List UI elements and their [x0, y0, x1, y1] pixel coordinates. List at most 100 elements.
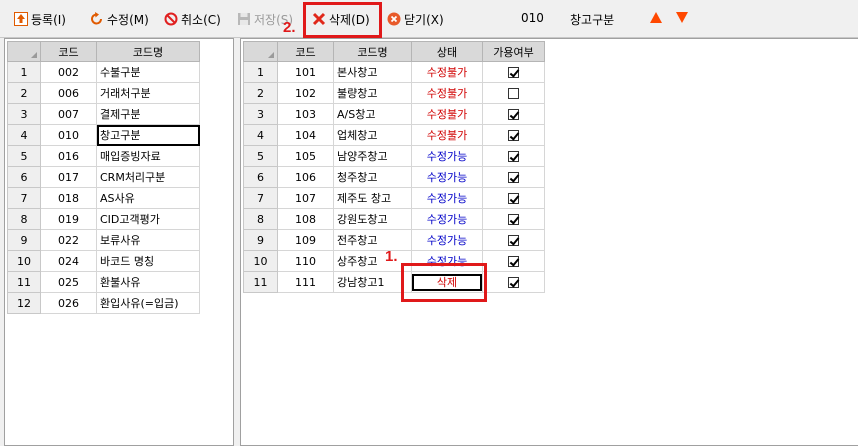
warehouse-row[interactable]: 11 111 강남창고1 삭제	[243, 271, 545, 293]
availability-cell[interactable]	[482, 145, 545, 167]
availability-cell[interactable]	[482, 271, 545, 293]
row-number[interactable]: 4	[7, 124, 41, 146]
code-cell[interactable]: 111	[277, 271, 334, 293]
row-number[interactable]: 7	[243, 187, 278, 209]
row-number[interactable]: 1	[243, 61, 278, 83]
header-code-name[interactable]: 코드명	[333, 41, 412, 62]
warehouse-row[interactable]: 4 104 업체창고 수정불가	[243, 124, 545, 146]
status-cell[interactable]: 수정가능	[411, 208, 483, 230]
close-button[interactable]: 닫기(X)	[387, 10, 444, 28]
code-name-cell[interactable]: 환불사유	[96, 271, 200, 293]
code-row[interactable]: 11 025 환불사유	[7, 271, 200, 293]
availability-checkbox[interactable]	[508, 214, 519, 225]
code-row[interactable]: 7 018 AS사유	[7, 187, 200, 209]
code-row[interactable]: 5 016 매입증빙자료	[7, 145, 200, 167]
row-number[interactable]: 11	[7, 271, 41, 293]
code-cell[interactable]: 017	[40, 166, 97, 188]
row-number[interactable]: 5	[7, 145, 41, 167]
availability-cell[interactable]	[482, 250, 545, 272]
status-cell[interactable]: 수정불가	[411, 124, 483, 146]
cancel-button[interactable]: 취소(C)	[164, 10, 221, 28]
code-name-cell[interactable]: 수불구분	[96, 61, 200, 83]
header-code[interactable]: 코드	[277, 41, 334, 62]
availability-checkbox[interactable]	[508, 193, 519, 204]
code-cell[interactable]: 025	[40, 271, 97, 293]
code-name-cell[interactable]: 결제구분	[96, 103, 200, 125]
code-name-cell[interactable]: 업체창고	[333, 124, 412, 146]
code-cell[interactable]: 007	[40, 103, 97, 125]
status-cell[interactable]: 수정불가	[411, 82, 483, 104]
warehouse-row[interactable]: 1 101 본사창고 수정불가	[243, 61, 545, 83]
code-cell[interactable]: 016	[40, 145, 97, 167]
code-cell[interactable]: 018	[40, 187, 97, 209]
code-name-cell[interactable]: 거래처구분	[96, 82, 200, 104]
code-name-cell[interactable]: A/S창고	[333, 103, 412, 125]
warehouse-row[interactable]: 3 103 A/S창고 수정불가	[243, 103, 545, 125]
code-cell[interactable]: 108	[277, 208, 334, 230]
code-row[interactable]: 1 002 수불구분	[7, 61, 200, 83]
row-number[interactable]: 6	[7, 166, 41, 188]
availability-cell[interactable]	[482, 103, 545, 125]
row-number[interactable]: 8	[7, 208, 41, 230]
code-name-cell[interactable]: AS사유	[96, 187, 200, 209]
warehouse-row[interactable]: 7 107 제주도 창고 수정가능	[243, 187, 545, 209]
code-name-cell[interactable]: 매입증빙자료	[96, 145, 200, 167]
availability-cell[interactable]	[482, 124, 545, 146]
availability-cell[interactable]	[482, 166, 545, 188]
status-cell[interactable]: 수정가능	[411, 166, 483, 188]
code-cell[interactable]: 104	[277, 124, 334, 146]
code-name-cell[interactable]: 보류사유	[96, 229, 200, 251]
availability-checkbox[interactable]	[508, 277, 519, 288]
code-cell[interactable]: 110	[277, 250, 334, 272]
code-cell[interactable]: 103	[277, 103, 334, 125]
register-button[interactable]: 등록(I)	[14, 10, 66, 28]
code-name-cell[interactable]: 창고구분	[96, 124, 200, 146]
code-cell[interactable]: 026	[40, 292, 97, 314]
code-row[interactable]: 2 006 거래처구분	[7, 82, 200, 104]
code-name-cell[interactable]: 환입사유(=입금)	[96, 292, 200, 314]
up-arrow-icon[interactable]	[650, 12, 662, 23]
code-cell[interactable]: 106	[277, 166, 334, 188]
code-row[interactable]: 10 024 바코드 명칭	[7, 250, 200, 272]
availability-checkbox[interactable]	[508, 256, 519, 267]
warehouse-row[interactable]: 5 105 남양주창고 수정가능	[243, 145, 545, 167]
code-name-cell[interactable]: 남양주창고	[333, 145, 412, 167]
down-arrow-icon[interactable]	[676, 12, 688, 23]
header-status[interactable]: 상태	[411, 41, 483, 62]
code-name-cell[interactable]: 전주창고	[333, 229, 412, 251]
availability-checkbox[interactable]	[508, 172, 519, 183]
code-cell[interactable]: 102	[277, 82, 334, 104]
header-code[interactable]: 코드	[40, 41, 97, 62]
code-name-cell[interactable]: 강원도창고	[333, 208, 412, 230]
code-cell[interactable]: 024	[40, 250, 97, 272]
code-name-cell[interactable]: 불량창고	[333, 82, 412, 104]
availability-cell[interactable]	[482, 61, 545, 83]
code-row[interactable]: 3 007 결제구분	[7, 103, 200, 125]
row-number[interactable]: 3	[243, 103, 278, 125]
status-cell[interactable]: 수정가능	[411, 145, 483, 167]
availability-cell[interactable]	[482, 208, 545, 230]
grid-corner[interactable]	[7, 41, 41, 62]
status-cell[interactable]: 수정불가	[411, 61, 483, 83]
row-number[interactable]: 2	[243, 82, 278, 104]
availability-checkbox[interactable]	[508, 109, 519, 120]
header-code-name[interactable]: 코드명	[96, 41, 200, 62]
code-row[interactable]: 9 022 보류사유	[7, 229, 200, 251]
row-number[interactable]: 10	[7, 250, 41, 272]
code-row[interactable]: 12 026 환입사유(=입금)	[7, 292, 200, 314]
availability-cell[interactable]	[482, 82, 545, 104]
warehouse-row[interactable]: 2 102 불량창고 수정불가	[243, 82, 545, 104]
row-number[interactable]: 9	[243, 229, 278, 251]
edit-button[interactable]: 수정(M)	[90, 10, 149, 28]
code-name-cell[interactable]: 상주창고	[333, 250, 412, 272]
code-name-cell[interactable]: CRM처리구분	[96, 166, 200, 188]
status-cell[interactable]: 수정불가	[411, 103, 483, 125]
availability-cell[interactable]	[482, 187, 545, 209]
availability-checkbox[interactable]	[508, 235, 519, 246]
row-number[interactable]: 7	[7, 187, 41, 209]
code-row[interactable]: 6 017 CRM처리구분	[7, 166, 200, 188]
availability-checkbox[interactable]	[508, 67, 519, 78]
availability-checkbox[interactable]	[508, 151, 519, 162]
code-cell[interactable]: 002	[40, 61, 97, 83]
code-name-cell[interactable]: CID고객평가	[96, 208, 200, 230]
